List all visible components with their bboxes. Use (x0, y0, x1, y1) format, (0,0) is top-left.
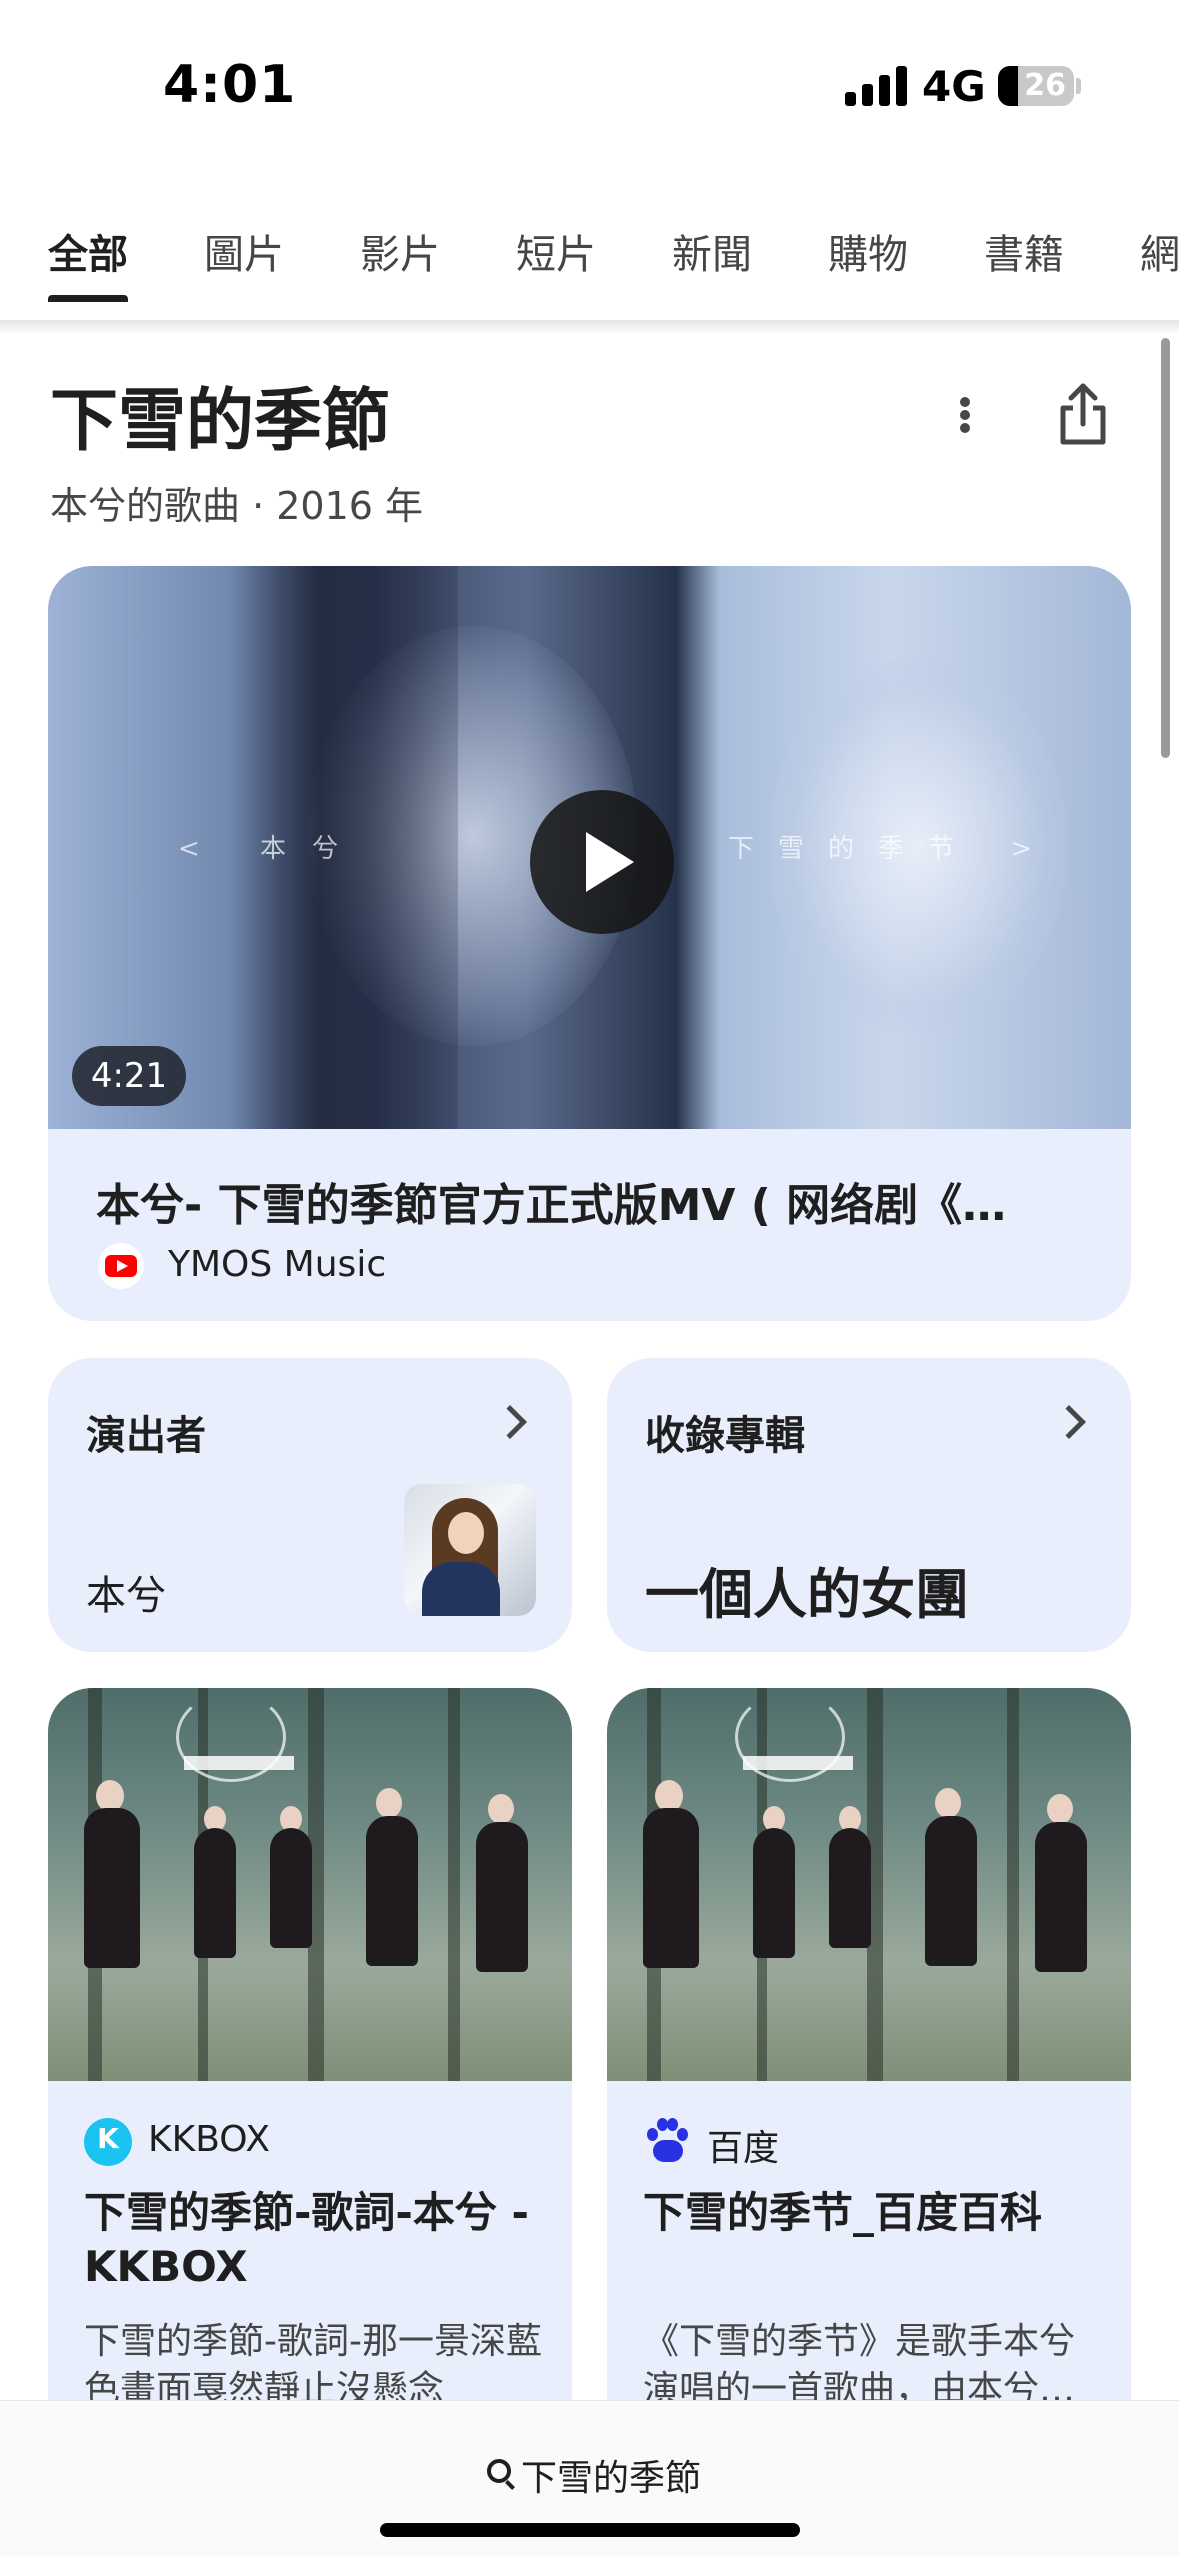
status-bar: 4:01 4G 26 (0, 0, 1179, 175)
search-query[interactable]: 下雪的季節 (521, 2449, 701, 2501)
result-snippet: 下雪的季節-歌詞-那一景深藍色畫面戛然靜止沒懸念 (84, 2321, 542, 2408)
result-source: KKBOX (148, 2119, 270, 2160)
bottom-search-bar[interactable]: 下雪的季節 (0, 2400, 1179, 2556)
video-title[interactable]: 本兮- 下雪的季節官方正式版MV ( 网络剧《… (96, 1169, 1096, 1233)
album-card[interactable]: 收錄專輯 一個人的女團 (607, 1358, 1131, 1652)
result-snippet: 《下雪的季节》是歌手本兮演唱的一首歌曲，由本兮… (643, 2321, 1076, 2408)
tab-books[interactable]: 書籍 (984, 222, 1064, 302)
baidu-paw-icon (643, 2118, 691, 2166)
share-icon[interactable] (1053, 380, 1113, 450)
result-title[interactable]: 下雪的季节_百度百科 (643, 2186, 1103, 2240)
page-subtitle: 本兮的歌曲 · 2016 年 (50, 484, 424, 528)
artist-label: 演出者 (86, 1413, 206, 1459)
album-label: 收錄專輯 (645, 1413, 805, 1459)
network-type: 4G (922, 62, 986, 111)
artist-photo (404, 1484, 536, 1616)
result-image (607, 1688, 1131, 2081)
tab-shopping[interactable]: 購物 (828, 222, 908, 302)
result-title[interactable]: 下雪的季節-歌詞-本兮 - KKBOX (84, 2186, 544, 2294)
video-source: YMOS Music (168, 1244, 387, 1285)
result-card-kkbox[interactable]: KKBOX 下雪的季節-歌詞-本兮 - KKBOX 下雪的季節-歌詞-那一景深藍… (48, 1688, 572, 2408)
battery-icon: 26 (998, 66, 1074, 106)
scrollbar[interactable] (1161, 338, 1170, 758)
album-name: 一個人的女團 (645, 1563, 969, 1626)
search-icon (487, 2459, 511, 2483)
tab-web[interactable]: 網 (1140, 222, 1179, 302)
play-icon[interactable] (530, 790, 674, 934)
signal-icon (845, 66, 907, 106)
page-title: 下雪的季節 (50, 382, 391, 461)
video-caption-right: 下雪的季节 > (728, 834, 1057, 864)
result-card-baidu[interactable]: 百度 下雪的季节_百度百科 《下雪的季节》是歌手本兮演唱的一首歌曲，由本兮… (607, 1688, 1131, 2408)
tab-videos[interactable]: 影片 (360, 222, 440, 302)
tab-all[interactable]: 全部 (48, 222, 128, 302)
battery-level (998, 66, 1018, 106)
status-time: 4:01 (163, 55, 297, 115)
result-image (48, 1688, 572, 2081)
battery-percent: 26 (1024, 68, 1066, 103)
chevron-right-icon (1052, 1405, 1086, 1439)
video-thumbnail[interactable]: < 本兮 下雪的季节 > 4:21 (48, 566, 1131, 1129)
result-source: 百度 (707, 2128, 780, 2169)
tabs-divider (0, 320, 1179, 334)
search-tabs: 全部 圖片 影片 短片 新聞 購物 書籍 網 (0, 210, 1179, 320)
tab-news[interactable]: 新聞 (672, 222, 752, 302)
video-card[interactable]: < 本兮 下雪的季节 > 4:21 本兮- 下雪的季節官方正式版MV ( 网络剧… (48, 566, 1131, 1321)
video-duration: 4:21 (72, 1046, 186, 1106)
chevron-right-icon (493, 1405, 527, 1439)
artist-card[interactable]: 演出者 本兮 (48, 1358, 572, 1652)
tab-images[interactable]: 圖片 (204, 222, 284, 302)
battery-tip (1076, 78, 1081, 94)
more-options-icon[interactable] (940, 385, 990, 445)
video-caption-left: < 本兮 (178, 834, 365, 864)
kkbox-icon (84, 2118, 132, 2166)
youtube-icon (98, 1243, 144, 1289)
tab-short-videos[interactable]: 短片 (516, 222, 596, 302)
artist-name: 本兮 (86, 1573, 166, 1619)
home-indicator[interactable] (380, 2523, 800, 2537)
